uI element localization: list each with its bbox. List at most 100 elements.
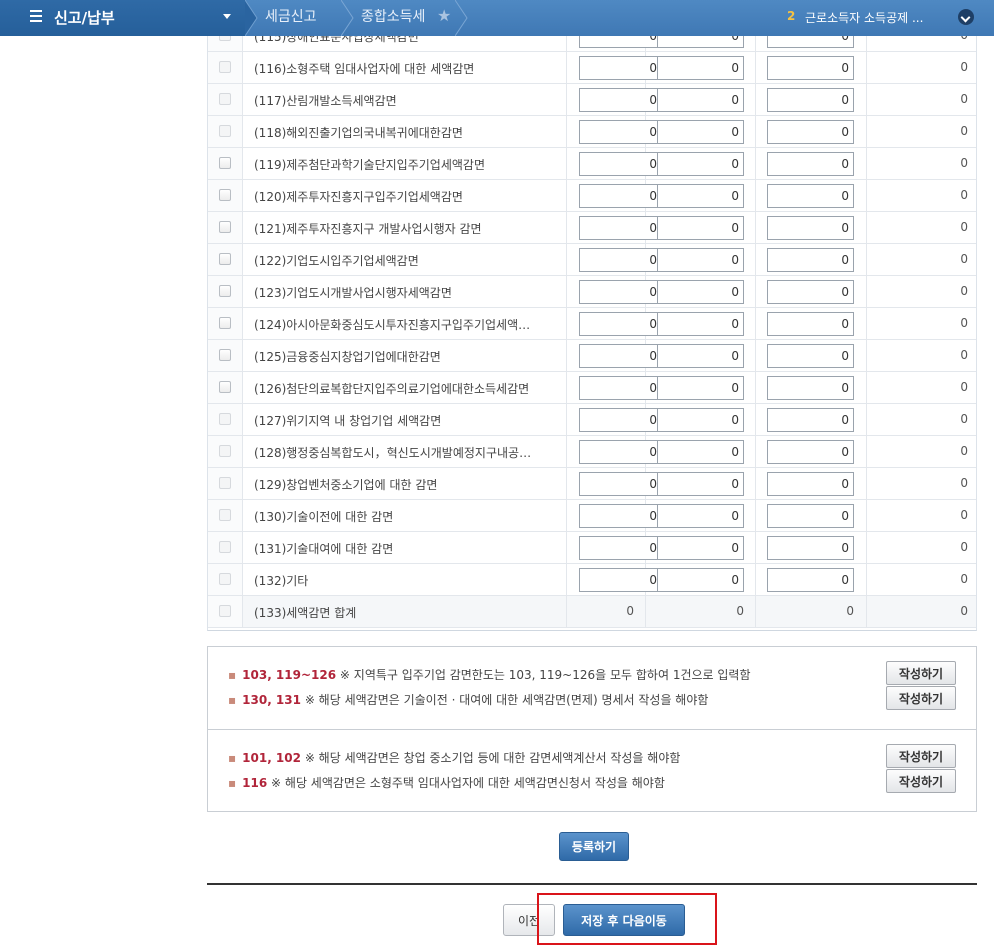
amount-input-2[interactable]: [657, 344, 744, 368]
amount-input-3[interactable]: [767, 536, 854, 560]
tax-reduction-table: (115)장애인표준사업장세액감면0(116)소형주택 임대사업자에 대한 세액…: [207, 36, 977, 631]
table-row: (124)아시아문화중심도시투자진흥지구입주기업세액… 0: [208, 308, 976, 340]
column-divider: [645, 596, 646, 627]
amount-input-2[interactable]: [657, 536, 744, 560]
amount-input-1[interactable]: [579, 376, 662, 400]
table-row: (131)기술대여에 대한 감면 0: [208, 532, 976, 564]
row-total: 0: [960, 284, 968, 298]
amount-input-3[interactable]: [767, 36, 854, 48]
row-checkbox[interactable]: [219, 253, 231, 265]
amount-input-3[interactable]: [767, 472, 854, 496]
row-checkbox[interactable]: [219, 381, 231, 393]
amount-input-1[interactable]: [579, 536, 662, 560]
amount-input-1[interactable]: [579, 120, 662, 144]
amount-input-1[interactable]: [579, 248, 662, 272]
step-dropdown-icon[interactable]: [958, 9, 974, 25]
amount-input-3[interactable]: [767, 440, 854, 464]
amount-input-3[interactable]: [767, 280, 854, 304]
row-total: 0: [960, 60, 968, 74]
amount-input-2[interactable]: [657, 248, 744, 272]
amount-input-1[interactable]: [579, 152, 662, 176]
amount-input-3[interactable]: [767, 184, 854, 208]
row-checkbox[interactable]: [219, 317, 231, 329]
amount-input-1[interactable]: [579, 88, 662, 112]
column-divider: [755, 244, 756, 275]
amount-input-3[interactable]: [767, 408, 854, 432]
breadcrumb-item-income-tax[interactable]: 종합소득세: [361, 0, 425, 36]
checkbox-cell: [208, 244, 243, 275]
amount-input-3[interactable]: [767, 88, 854, 112]
row-total: 0: [960, 36, 968, 42]
row-total: 0: [960, 124, 968, 138]
amount-input-3[interactable]: [767, 312, 854, 336]
menu-dropdown[interactable]: 신고/납부: [0, 0, 245, 36]
step-label[interactable]: 근로소득자 소득공제 ...: [805, 9, 923, 26]
row-checkbox[interactable]: [219, 157, 231, 169]
amount-input-3[interactable]: [767, 504, 854, 528]
amount-input-1[interactable]: [579, 36, 662, 48]
amount-input-2[interactable]: [657, 504, 744, 528]
register-button[interactable]: 등록하기: [559, 832, 629, 861]
write-button[interactable]: 작성하기: [886, 744, 956, 768]
amount-input-1[interactable]: [579, 56, 662, 80]
amount-input-1[interactable]: [579, 408, 662, 432]
row-label: (130)기술이전에 대한 감면: [254, 510, 394, 524]
amount-input-2[interactable]: [657, 280, 744, 304]
amount-input-1[interactable]: [579, 280, 662, 304]
column-divider: [866, 596, 867, 627]
amount-input-2[interactable]: [657, 216, 744, 240]
write-button[interactable]: 작성하기: [886, 769, 956, 793]
amount-input-3[interactable]: [767, 120, 854, 144]
save-next-button[interactable]: 저장 후 다음이동: [563, 904, 685, 936]
amount-input-1[interactable]: [579, 568, 662, 592]
amount-input-1[interactable]: [579, 440, 662, 464]
amount-input-3[interactable]: [767, 248, 854, 272]
note-item: ▪ 103, 119~126 ※ 지역특구 입주기업 감면한도는 103, 119…: [228, 668, 751, 682]
amount-input-2[interactable]: [657, 36, 744, 48]
amount-input-3[interactable]: [767, 56, 854, 80]
amount-input-2[interactable]: [657, 472, 744, 496]
amount-input-2[interactable]: [657, 152, 744, 176]
row-checkbox[interactable]: [219, 285, 231, 297]
row-label: (120)제주투자진흥지구입주기업세액감면: [254, 190, 463, 204]
breadcrumb-item-tax-report[interactable]: 세금신고: [265, 0, 317, 36]
column-divider: [866, 52, 867, 83]
amount-input-2[interactable]: [657, 376, 744, 400]
amount-input-1[interactable]: [579, 472, 662, 496]
column-divider: [566, 212, 567, 243]
row-label: (122)기업도시입주기업세액감면: [254, 254, 419, 268]
column-divider: [566, 372, 567, 403]
amount-input-3[interactable]: [767, 376, 854, 400]
amount-input-2[interactable]: [657, 120, 744, 144]
row-label: (129)창업벤처중소기업에 대한 감면: [254, 478, 438, 492]
amount-input-3[interactable]: [767, 344, 854, 368]
row-checkbox[interactable]: [219, 221, 231, 233]
amount-input-3[interactable]: [767, 568, 854, 592]
amount-input-3[interactable]: [767, 152, 854, 176]
amount-input-1[interactable]: [579, 344, 662, 368]
checkbox-cell: [208, 532, 243, 563]
amount-input-2[interactable]: [657, 88, 744, 112]
row-checkbox: [219, 36, 231, 41]
prev-button[interactable]: 이전: [503, 904, 555, 936]
amount-input-3[interactable]: [767, 216, 854, 240]
row-total: 0: [960, 188, 968, 202]
table-row: (120)제주투자진흥지구입주기업세액감면 0: [208, 180, 976, 212]
row-checkbox[interactable]: [219, 349, 231, 361]
amount-input-2[interactable]: [657, 568, 744, 592]
amount-input-1[interactable]: [579, 216, 662, 240]
amount-input-1[interactable]: [579, 504, 662, 528]
amount-input-2[interactable]: [657, 56, 744, 80]
breadcrumb-separator-icon: [455, 0, 468, 36]
amount-input-1[interactable]: [579, 184, 662, 208]
amount-input-2[interactable]: [657, 184, 744, 208]
column-divider: [755, 116, 756, 147]
write-button[interactable]: 작성하기: [886, 686, 956, 710]
amount-input-2[interactable]: [657, 312, 744, 336]
row-checkbox[interactable]: [219, 189, 231, 201]
amount-input-2[interactable]: [657, 440, 744, 464]
amount-input-2[interactable]: [657, 408, 744, 432]
write-button[interactable]: 작성하기: [886, 661, 956, 685]
amount-input-1[interactable]: [579, 312, 662, 336]
favorite-star-icon[interactable]: ★: [437, 6, 451, 25]
